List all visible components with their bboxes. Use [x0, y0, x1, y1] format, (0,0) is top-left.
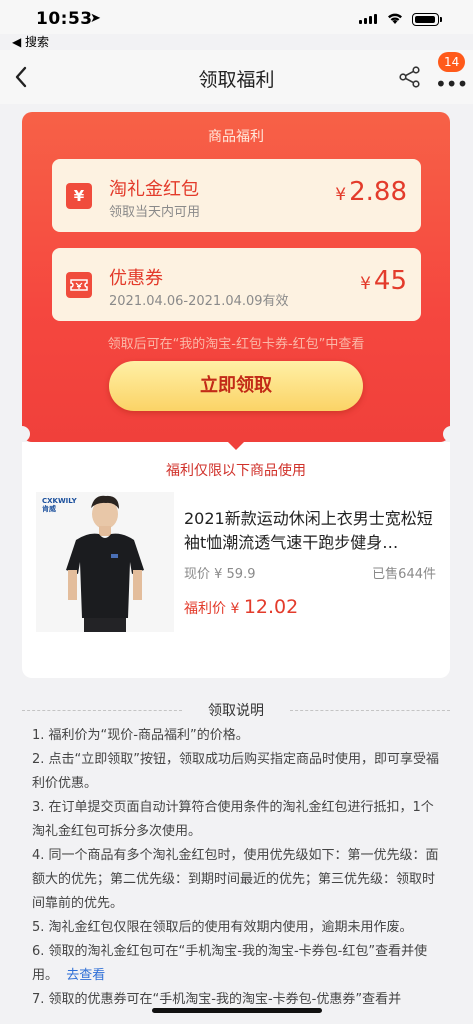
- claim-now-button[interactable]: 立即领取: [109, 361, 363, 411]
- product-title[interactable]: 2021新款运动休闲上衣男士宽松短袖t恤潮流透气速干跑步健身…: [184, 507, 434, 555]
- brand-logo: CXKWILY 肯威: [42, 497, 77, 513]
- instruction-item: 5. 淘礼金红包仅限在领取后的使用有效期内使用，逾期未用作废。: [32, 920, 413, 935]
- cellular-signal-icon: [359, 14, 377, 24]
- pointer-arrow: [226, 440, 246, 450]
- nav-bar: 领取福利 ••• 14: [0, 50, 473, 104]
- coupon-validity: 领取当天内可用: [109, 205, 201, 220]
- instructions-list: 1. 福利价为“现价-商品福利”的价格。 2. 点击“立即领取”按钮，领取成功后…: [32, 724, 444, 1012]
- discount-coupon: 优惠券 2021.04.06-2021.04.09有效 ¥45: [52, 248, 421, 321]
- claim-tip: 领取后可在“我的淘宝-红包卡券-红包”中查看: [107, 337, 365, 352]
- home-indicator[interactable]: [152, 1008, 322, 1013]
- coupon-amount: ¥2.88: [335, 177, 407, 207]
- location-arrow-icon: ➤: [90, 11, 101, 26]
- share-icon[interactable]: [398, 65, 422, 89]
- red-packet-icon: ¥: [66, 183, 92, 209]
- back-to-app-link[interactable]: ◀ 搜索: [12, 33, 49, 50]
- instruction-item: 4. 同一个商品有多个淘礼金红包时，使用优先级如下：第一优先级：面额大的优先；第…: [32, 848, 439, 911]
- card-notch-right: [443, 426, 459, 442]
- coupon-name: 淘礼金红包: [109, 179, 199, 200]
- welfare-card: 商品福利 ¥ 淘礼金红包 领取当天内可用 ¥2.88 优惠券 2021.04.0…: [22, 112, 450, 442]
- instruction-item: 2. 点击“立即领取”按钮，领取成功后购买指定商品时使用，即可享受福利价优惠。: [32, 752, 440, 791]
- coupon-amount: ¥45: [360, 266, 407, 296]
- instruction-item: 3. 在订单提交页面自动计算符合使用条件的淘礼金红包进行抵扣，1个淘礼金红包可拆…: [32, 800, 434, 839]
- coupon-validity: 2021.04.06-2021.04.09有效: [109, 294, 289, 309]
- applicable-products-label: 福利仅限以下商品使用: [166, 463, 306, 479]
- coupon-name: 优惠券: [109, 268, 163, 289]
- message-count-badge: 14: [438, 52, 466, 72]
- status-bar: 10:53 ➤: [0, 0, 473, 34]
- product-image[interactable]: CXKWILY 肯威: [36, 492, 174, 632]
- current-price: 现价 ¥ 59.9: [184, 567, 256, 582]
- divider: [290, 710, 450, 711]
- instruction-item: 1. 福利价为“现价-商品福利”的价格。: [32, 728, 249, 743]
- card-notch-left: [14, 426, 30, 442]
- ticket-icon: [66, 272, 92, 298]
- welfare-heading: 商品福利: [208, 129, 264, 145]
- welfare-price: 福利价 ¥ 12.02: [184, 596, 299, 618]
- more-menu-button[interactable]: •••: [435, 72, 468, 96]
- battery-icon: [412, 13, 442, 26]
- wifi-icon: [386, 10, 404, 29]
- status-time: 10:53: [36, 9, 93, 29]
- view-link[interactable]: 去查看: [66, 968, 105, 983]
- instruction-item: 6. 领取的淘礼金红包可在“手机淘宝-我的淘宝-卡券包-红包”查看并使用。 去查…: [32, 944, 428, 983]
- red-packet-coupon: ¥ 淘礼金红包 领取当天内可用 ¥2.88: [52, 159, 421, 232]
- sold-count: 已售644件: [372, 567, 436, 582]
- product-card[interactable]: 福利仅限以下商品使用 CXKWILY 肯威 2021新款运动休闲上衣男士宽松短袖t…: [22, 440, 450, 678]
- instructions-header: 领取说明: [22, 700, 450, 720]
